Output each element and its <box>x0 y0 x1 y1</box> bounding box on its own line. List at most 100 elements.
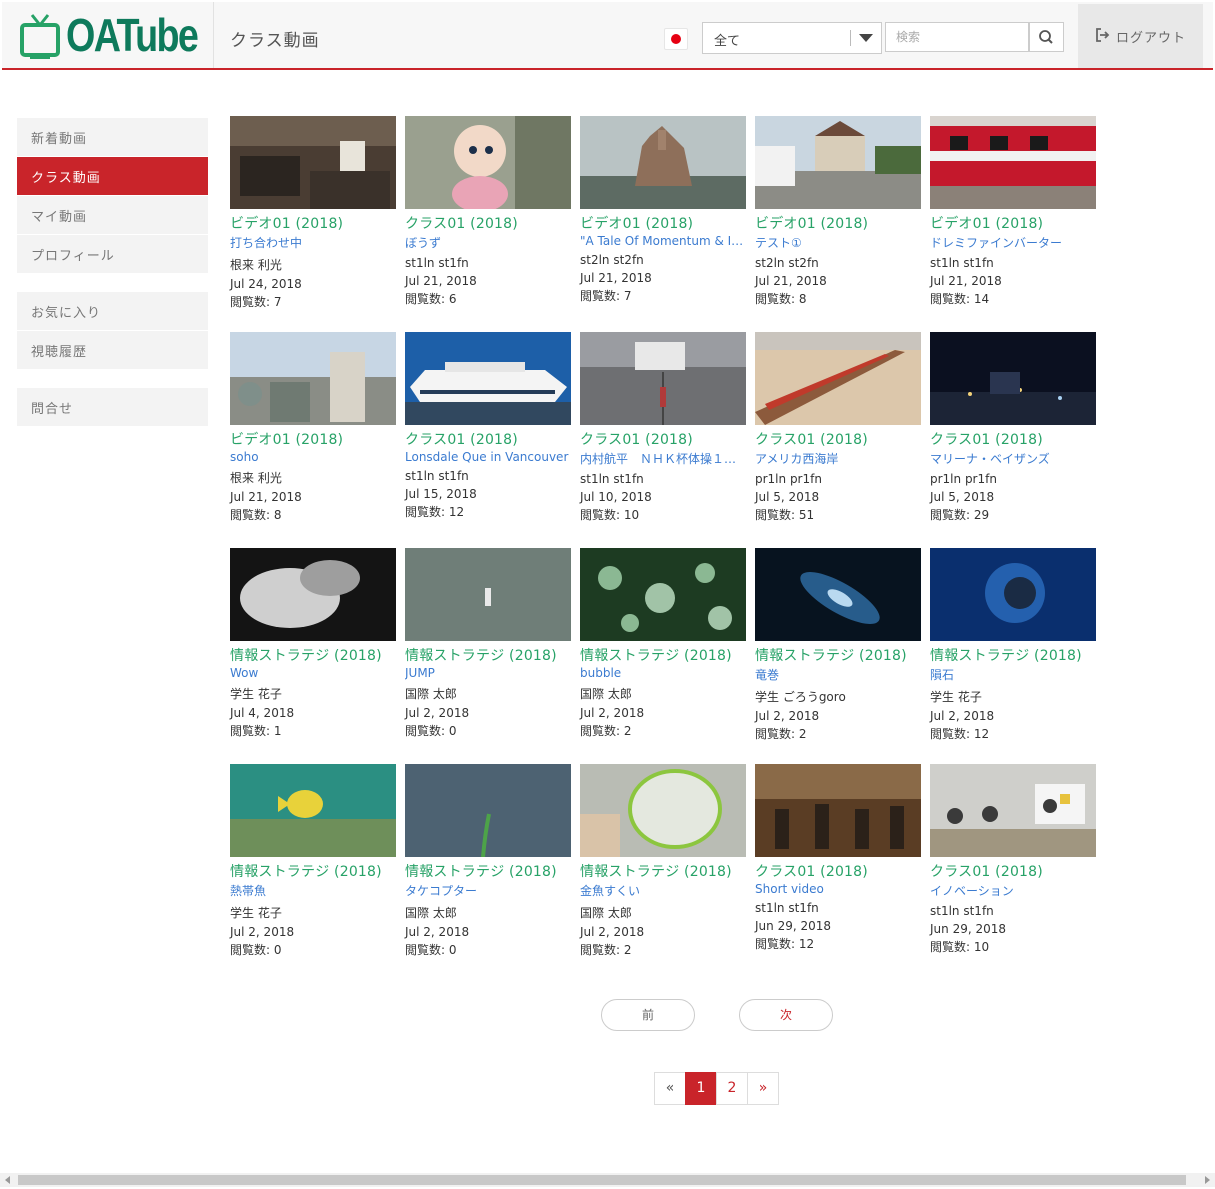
horizontal-scrollbar[interactable] <box>0 1173 1215 1187</box>
video-card[interactable]: クラス01 (2018) 内村航平 ＮＨＫ杯体操１… st1ln st1fn J… <box>580 332 747 523</box>
video-card[interactable]: ビデオ01 (2018) ドレミファインバーター st1ln st1fn Jul… <box>930 116 1097 307</box>
video-title[interactable]: 情報ストラテジ (2018) <box>755 645 922 665</box>
video-thumbnail[interactable] <box>230 332 396 425</box>
search-button[interactable] <box>1029 22 1064 52</box>
video-title[interactable]: 情報ストラテジ (2018) <box>230 861 397 881</box>
video-card[interactable]: クラス01 (2018) ぼうず st1ln st1fn Jul 21, 201… <box>405 116 572 307</box>
scrollbar-thumb[interactable] <box>18 1175 1186 1185</box>
video-card[interactable]: クラス01 (2018) イノベーション st1ln st1fn Jun 29,… <box>930 764 1097 955</box>
video-subtitle[interactable]: 打ち合わせ中 <box>230 234 396 251</box>
video-thumbnail[interactable] <box>755 332 921 425</box>
video-card[interactable]: 情報ストラテジ (2018) 竜巻 学生 ごろうgoro Jul 2, 2018… <box>755 548 922 742</box>
video-title[interactable]: 情報ストラテジ (2018) <box>580 861 747 881</box>
video-card[interactable]: ビデオ01 (2018) "A Tale Of Momentum & In… s… <box>580 116 747 304</box>
video-card[interactable]: 情報ストラテジ (2018) 金魚すくい 国際 太郎 Jul 2, 2018 閲… <box>580 764 747 958</box>
video-title[interactable]: クラス01 (2018) <box>755 861 922 881</box>
video-subtitle[interactable]: JUMP <box>405 666 571 680</box>
category-select[interactable]: 全て <box>702 22 882 54</box>
pagination-page-2[interactable]: 2 <box>716 1072 748 1105</box>
video-subtitle[interactable]: 竜巻 <box>755 666 921 683</box>
video-card[interactable]: 情報ストラテジ (2018) タケコプター 国際 太郎 Jul 2, 2018 … <box>405 764 572 958</box>
scroll-left-icon[interactable] <box>5 1176 10 1184</box>
search-input[interactable] <box>885 22 1029 52</box>
video-card[interactable]: クラス01 (2018) マリーナ・ベイザンズ pr1ln pr1fn Jul … <box>930 332 1097 523</box>
prev-button[interactable]: 前 <box>601 999 695 1031</box>
video-title[interactable]: 情報ストラテジ (2018) <box>230 645 397 665</box>
sidebar-item-new-videos[interactable]: 新着動画 <box>17 118 208 156</box>
video-subtitle[interactable]: マリーナ・ベイザンズ <box>930 450 1096 467</box>
video-subtitle[interactable]: イノベーション <box>930 882 1096 899</box>
pagination-page-1[interactable]: 1 <box>685 1072 717 1105</box>
video-title[interactable]: クラス01 (2018) <box>755 429 922 449</box>
video-subtitle[interactable]: 金魚すくい <box>580 882 746 899</box>
video-title[interactable]: 情報ストラテジ (2018) <box>580 645 747 665</box>
sidebar-item-profile[interactable]: プロフィール <box>17 235 208 273</box>
video-title[interactable]: クラス01 (2018) <box>930 429 1097 449</box>
video-title[interactable]: ビデオ01 (2018) <box>580 213 747 233</box>
video-subtitle[interactable]: 内村航平 ＮＨＫ杯体操１… <box>580 450 746 467</box>
video-title[interactable]: クラス01 (2018) <box>405 213 572 233</box>
video-title[interactable]: クラス01 (2018) <box>405 429 572 449</box>
video-card[interactable]: クラス01 (2018) アメリカ西海岸 pr1ln pr1fn Jul 5, … <box>755 332 922 523</box>
video-card[interactable]: 情報ストラテジ (2018) 熱帯魚 学生 花子 Jul 2, 2018 閲覧数… <box>230 764 397 958</box>
video-title[interactable]: ビデオ01 (2018) <box>230 429 397 449</box>
chevron-down-icon[interactable] <box>859 34 873 42</box>
video-subtitle[interactable]: 熱帯魚 <box>230 882 396 899</box>
video-thumbnail[interactable] <box>405 116 571 209</box>
video-subtitle[interactable]: bubble <box>580 666 746 680</box>
video-thumbnail[interactable] <box>230 548 396 641</box>
video-thumbnail[interactable] <box>405 548 571 641</box>
video-title[interactable]: 情報ストラテジ (2018) <box>405 861 572 881</box>
video-card[interactable]: ビデオ01 (2018) soho 根来 利光 Jul 21, 2018 閲覧数… <box>230 332 397 523</box>
video-subtitle[interactable]: アメリカ西海岸 <box>755 450 921 467</box>
video-thumbnail[interactable] <box>405 764 571 857</box>
video-title[interactable]: クラス01 (2018) <box>580 429 747 449</box>
video-thumbnail[interactable] <box>405 332 571 425</box>
sidebar-item-class-videos[interactable]: クラス動画 <box>17 157 208 195</box>
video-thumbnail[interactable] <box>580 332 746 425</box>
video-card[interactable]: ビデオ01 (2018) 打ち合わせ中 根来 利光 Jul 24, 2018 閲… <box>230 116 397 310</box>
video-subtitle[interactable]: タケコプター <box>405 882 571 899</box>
video-thumbnail[interactable] <box>230 764 396 857</box>
sidebar-item-my-videos[interactable]: マイ動画 <box>17 196 208 234</box>
video-subtitle[interactable]: ドレミファインバーター <box>930 234 1096 251</box>
video-card[interactable]: クラス01 (2018) Lonsdale Que in Vancouver s… <box>405 332 572 520</box>
video-subtitle[interactable]: Short video <box>755 882 921 896</box>
video-thumbnail[interactable] <box>580 764 746 857</box>
video-title[interactable]: クラス01 (2018) <box>930 861 1097 881</box>
video-subtitle[interactable]: "A Tale Of Momentum & In… <box>580 234 746 248</box>
logout-button[interactable]: ログアウト <box>1078 4 1203 68</box>
video-card[interactable]: 情報ストラテジ (2018) JUMP 国際 太郎 Jul 2, 2018 閲覧… <box>405 548 572 739</box>
video-subtitle[interactable]: 隕石 <box>930 666 1096 683</box>
video-title[interactable]: ビデオ01 (2018) <box>930 213 1097 233</box>
video-thumbnail[interactable] <box>580 548 746 641</box>
scroll-right-icon[interactable] <box>1205 1176 1210 1184</box>
logo[interactable]: OATube <box>20 6 212 64</box>
video-subtitle[interactable]: Wow <box>230 666 396 680</box>
video-thumbnail[interactable] <box>580 116 746 209</box>
video-subtitle[interactable]: soho <box>230 450 396 464</box>
next-button[interactable]: 次 <box>739 999 833 1031</box>
video-title[interactable]: ビデオ01 (2018) <box>230 213 397 233</box>
video-thumbnail[interactable] <box>930 548 1096 641</box>
video-title[interactable]: ビデオ01 (2018) <box>755 213 922 233</box>
video-thumbnail[interactable] <box>230 116 396 209</box>
sidebar-item-contact[interactable]: 問合せ <box>17 388 208 426</box>
video-thumbnail[interactable] <box>930 332 1096 425</box>
video-card[interactable]: クラス01 (2018) Short video st1ln st1fn Jun… <box>755 764 922 952</box>
video-card[interactable]: ビデオ01 (2018) テスト① st2ln st2fn Jul 21, 20… <box>755 116 922 307</box>
sidebar-item-favorites[interactable]: お気に入り <box>17 292 208 330</box>
pagination-first[interactable]: « <box>654 1072 686 1105</box>
video-subtitle[interactable]: ぼうず <box>405 234 571 251</box>
video-card[interactable]: 情報ストラテジ (2018) 隕石 学生 花子 Jul 2, 2018 閲覧数:… <box>930 548 1097 742</box>
video-thumbnail[interactable] <box>930 764 1096 857</box>
sidebar-item-history[interactable]: 視聴履歴 <box>17 331 208 369</box>
video-thumbnail[interactable] <box>755 116 921 209</box>
video-title[interactable]: 情報ストラテジ (2018) <box>930 645 1097 665</box>
video-title[interactable]: 情報ストラテジ (2018) <box>405 645 572 665</box>
video-thumbnail[interactable] <box>755 548 921 641</box>
video-thumbnail[interactable] <box>930 116 1096 209</box>
video-thumbnail[interactable] <box>755 764 921 857</box>
pagination-last[interactable]: » <box>747 1072 779 1105</box>
video-subtitle[interactable]: Lonsdale Que in Vancouver <box>405 450 571 464</box>
